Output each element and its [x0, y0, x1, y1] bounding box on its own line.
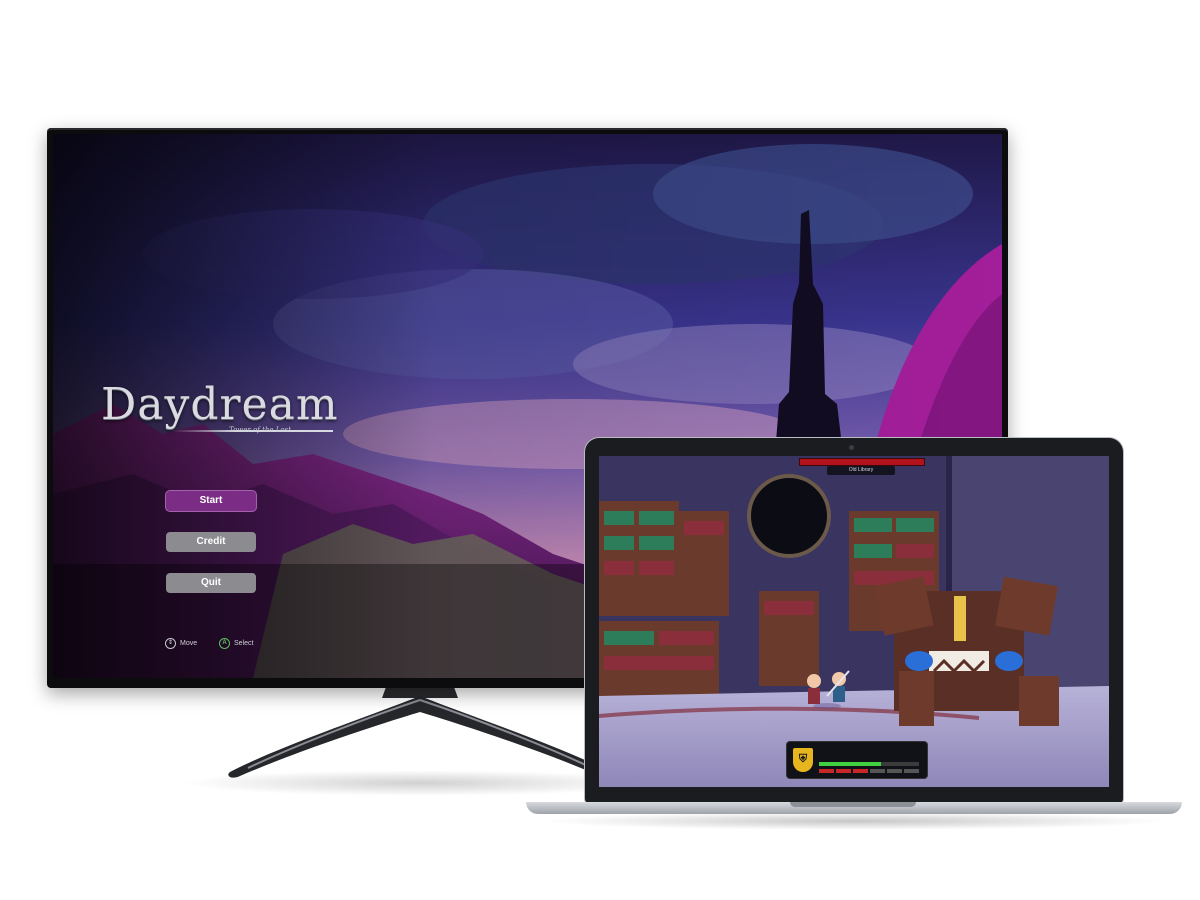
- game-logo-subtitle: Tower of the Lost: [229, 426, 292, 434]
- game-logo-title: Daydream: [101, 379, 339, 430]
- quit-button[interactable]: Quit: [166, 573, 256, 593]
- player-hud: ⛨: [787, 742, 927, 778]
- webcam-icon: [849, 445, 854, 450]
- hint-move-label: Move: [180, 640, 198, 647]
- tv-stand: [228, 676, 612, 778]
- heart-slot: [853, 769, 868, 773]
- laptop-opening-notch: [790, 802, 916, 807]
- heart-slot: [836, 769, 851, 773]
- heart-slot: [870, 769, 885, 773]
- shield-emblem-icon: ⛨: [793, 748, 813, 772]
- heart-slot: [819, 769, 834, 773]
- hint-move: ⇕ Move: [165, 638, 197, 649]
- heart-slot: [887, 769, 902, 773]
- laptop-lid: Old Library ⛨: [585, 438, 1123, 803]
- start-button[interactable]: Start: [166, 491, 256, 511]
- dpad-updown-icon: ⇕: [165, 638, 176, 649]
- hint-select-label: Select: [234, 640, 254, 647]
- a-button-icon: A: [219, 638, 230, 649]
- boss-health-bar: [799, 458, 925, 466]
- player-health-fill: [819, 762, 881, 766]
- gameplay-scene: [599, 456, 1109, 787]
- player-health-bar: [819, 762, 919, 766]
- heart-slots: [819, 769, 919, 773]
- laptop-shadow: [540, 812, 1170, 830]
- heart-slot: [904, 769, 919, 773]
- laptop-screen: Old Library ⛨: [599, 456, 1109, 787]
- credit-button[interactable]: Credit: [166, 532, 256, 552]
- hint-select: A Select: [219, 638, 253, 649]
- area-name-label: Old Library: [827, 466, 895, 475]
